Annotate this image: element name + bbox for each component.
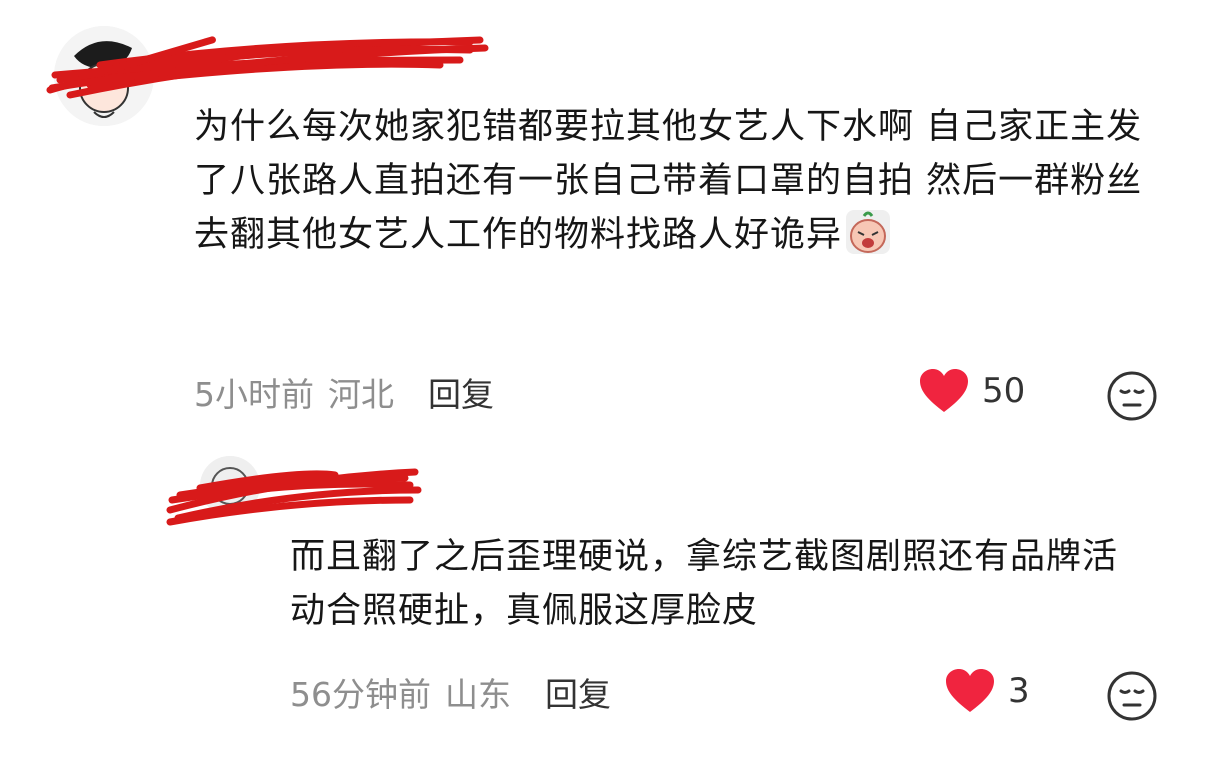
comment-text: 而且翻了之后歪理硬说，拿综艺截图剧照还有品牌活动合照硬扯，真佩服这厚脸皮 [290,537,1119,631]
comment-region: 河北 [328,375,394,414]
like-count: 50 [982,371,1026,411]
reply-comment-item: 而且翻了之后歪理硬说，拿综艺截图剧照还有品牌活动合照硬扯，真佩服这厚脸皮 56分… [0,450,1206,760]
reply-button[interactable]: 回复 [428,368,494,416]
user-avatar[interactable] [200,456,260,516]
comment-item: 为什么每次她家犯错都要拉其他女艺人下水啊 自己家正主发了八张路人直拍还有一张自己… [0,0,1206,450]
comment-meta: 5小时前 河北 回复 [194,368,494,416]
avatar-cartoon [54,26,154,126]
like-button[interactable]: 50 [918,368,1025,414]
comment-text: 为什么每次她家犯错都要拉其他女艺人下水啊 自己家正主发了八张路人直拍还有一张自己… [194,100,1174,262]
comment-meta: 56分钟前 山东 回复 [290,668,611,716]
user-avatar[interactable] [54,26,154,126]
crying-emoji-icon [844,208,892,256]
comment-body: 为什么每次她家犯错都要拉其他女艺人下水啊 自己家正主发了八张路人直拍还有一张自己… [194,107,1143,255]
heart-icon [946,669,994,712]
reply-button[interactable]: 回复 [545,668,611,716]
comment-time: 56分钟前 [290,675,431,714]
comment-region: 山东 [445,675,511,714]
avatar-image [200,456,260,516]
neutral-face-icon[interactable] [1106,370,1158,422]
like-button[interactable]: 3 [944,668,1030,714]
heart-icon [920,369,968,412]
neutral-face-icon[interactable] [1106,670,1158,722]
comment-time: 5小时前 [194,375,314,414]
like-count: 3 [1008,671,1030,711]
